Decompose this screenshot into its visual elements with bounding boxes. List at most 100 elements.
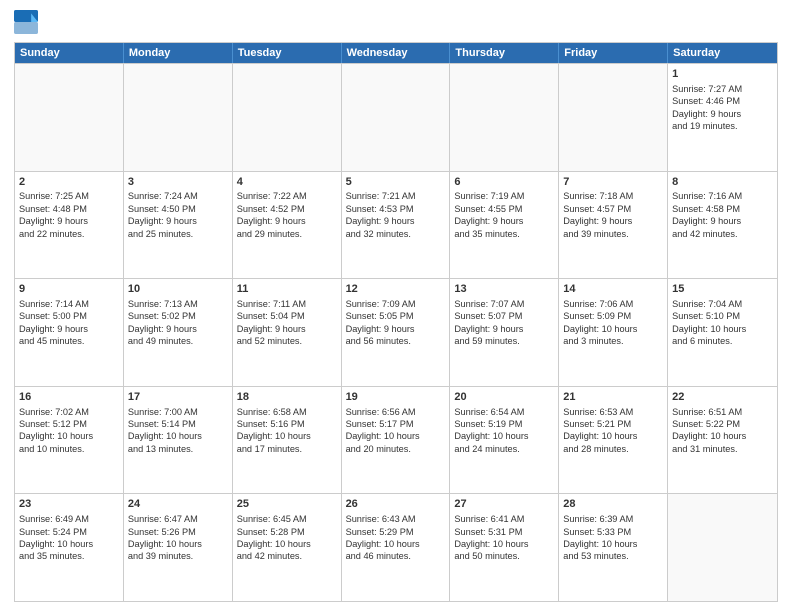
day-number: 22 (672, 390, 773, 405)
calendar-cell: 25Sunrise: 6:45 AM Sunset: 5:28 PM Dayli… (233, 494, 342, 601)
calendar-cell (668, 494, 777, 601)
calendar-cell: 3Sunrise: 7:24 AM Sunset: 4:50 PM Daylig… (124, 172, 233, 279)
calendar: SundayMondayTuesdayWednesdayThursdayFrid… (14, 42, 778, 602)
calendar-cell: 5Sunrise: 7:21 AM Sunset: 4:53 PM Daylig… (342, 172, 451, 279)
logo (14, 10, 42, 34)
calendar-header-day: Monday (124, 43, 233, 63)
calendar-header-day: Sunday (15, 43, 124, 63)
day-number: 7 (563, 175, 663, 190)
calendar-header: SundayMondayTuesdayWednesdayThursdayFrid… (15, 43, 777, 63)
day-info: Sunrise: 6:41 AM Sunset: 5:31 PM Dayligh… (454, 513, 554, 563)
day-number: 11 (237, 282, 337, 297)
day-info: Sunrise: 6:43 AM Sunset: 5:29 PM Dayligh… (346, 513, 446, 563)
calendar-cell (15, 64, 124, 171)
day-info: Sunrise: 7:13 AM Sunset: 5:02 PM Dayligh… (128, 298, 228, 348)
calendar-cell: 19Sunrise: 6:56 AM Sunset: 5:17 PM Dayli… (342, 387, 451, 494)
day-info: Sunrise: 6:56 AM Sunset: 5:17 PM Dayligh… (346, 406, 446, 456)
calendar-cell: 12Sunrise: 7:09 AM Sunset: 5:05 PM Dayli… (342, 279, 451, 386)
day-number: 2 (19, 175, 119, 190)
calendar-cell: 6Sunrise: 7:19 AM Sunset: 4:55 PM Daylig… (450, 172, 559, 279)
calendar-cell: 13Sunrise: 7:07 AM Sunset: 5:07 PM Dayli… (450, 279, 559, 386)
day-number: 12 (346, 282, 446, 297)
day-number: 17 (128, 390, 228, 405)
calendar-cell: 8Sunrise: 7:16 AM Sunset: 4:58 PM Daylig… (668, 172, 777, 279)
day-number: 14 (563, 282, 663, 297)
page: SundayMondayTuesdayWednesdayThursdayFrid… (0, 0, 792, 612)
calendar-cell: 24Sunrise: 6:47 AM Sunset: 5:26 PM Dayli… (124, 494, 233, 601)
header (14, 10, 778, 34)
day-number: 6 (454, 175, 554, 190)
day-info: Sunrise: 6:54 AM Sunset: 5:19 PM Dayligh… (454, 406, 554, 456)
day-number: 27 (454, 497, 554, 512)
calendar-cell (124, 64, 233, 171)
day-number: 15 (672, 282, 773, 297)
day-info: Sunrise: 6:49 AM Sunset: 5:24 PM Dayligh… (19, 513, 119, 563)
day-info: Sunrise: 7:27 AM Sunset: 4:46 PM Dayligh… (672, 83, 773, 133)
calendar-header-day: Saturday (668, 43, 777, 63)
day-number: 9 (19, 282, 119, 297)
calendar-cell: 7Sunrise: 7:18 AM Sunset: 4:57 PM Daylig… (559, 172, 668, 279)
day-info: Sunrise: 7:19 AM Sunset: 4:55 PM Dayligh… (454, 190, 554, 240)
day-info: Sunrise: 7:14 AM Sunset: 5:00 PM Dayligh… (19, 298, 119, 348)
day-number: 8 (672, 175, 773, 190)
calendar-cell (342, 64, 451, 171)
day-number: 24 (128, 497, 228, 512)
calendar-cell: 9Sunrise: 7:14 AM Sunset: 5:00 PM Daylig… (15, 279, 124, 386)
calendar-header-day: Friday (559, 43, 668, 63)
calendar-cell: 4Sunrise: 7:22 AM Sunset: 4:52 PM Daylig… (233, 172, 342, 279)
calendar-row: 2Sunrise: 7:25 AM Sunset: 4:48 PM Daylig… (15, 171, 777, 279)
calendar-cell: 21Sunrise: 6:53 AM Sunset: 5:21 PM Dayli… (559, 387, 668, 494)
day-info: Sunrise: 7:18 AM Sunset: 4:57 PM Dayligh… (563, 190, 663, 240)
day-info: Sunrise: 7:21 AM Sunset: 4:53 PM Dayligh… (346, 190, 446, 240)
calendar-cell: 14Sunrise: 7:06 AM Sunset: 5:09 PM Dayli… (559, 279, 668, 386)
day-number: 28 (563, 497, 663, 512)
day-info: Sunrise: 7:16 AM Sunset: 4:58 PM Dayligh… (672, 190, 773, 240)
calendar-cell: 26Sunrise: 6:43 AM Sunset: 5:29 PM Dayli… (342, 494, 451, 601)
calendar-cell: 15Sunrise: 7:04 AM Sunset: 5:10 PM Dayli… (668, 279, 777, 386)
day-number: 1 (672, 67, 773, 82)
day-number: 19 (346, 390, 446, 405)
calendar-cell (233, 64, 342, 171)
day-number: 21 (563, 390, 663, 405)
day-number: 25 (237, 497, 337, 512)
day-info: Sunrise: 7:25 AM Sunset: 4:48 PM Dayligh… (19, 190, 119, 240)
day-info: Sunrise: 6:58 AM Sunset: 5:16 PM Dayligh… (237, 406, 337, 456)
day-info: Sunrise: 6:51 AM Sunset: 5:22 PM Dayligh… (672, 406, 773, 456)
calendar-cell: 28Sunrise: 6:39 AM Sunset: 5:33 PM Dayli… (559, 494, 668, 601)
day-number: 5 (346, 175, 446, 190)
calendar-body: 1Sunrise: 7:27 AM Sunset: 4:46 PM Daylig… (15, 63, 777, 601)
calendar-cell: 11Sunrise: 7:11 AM Sunset: 5:04 PM Dayli… (233, 279, 342, 386)
calendar-cell: 18Sunrise: 6:58 AM Sunset: 5:16 PM Dayli… (233, 387, 342, 494)
day-info: Sunrise: 7:11 AM Sunset: 5:04 PM Dayligh… (237, 298, 337, 348)
day-info: Sunrise: 7:24 AM Sunset: 4:50 PM Dayligh… (128, 190, 228, 240)
day-info: Sunrise: 6:45 AM Sunset: 5:28 PM Dayligh… (237, 513, 337, 563)
calendar-cell: 1Sunrise: 7:27 AM Sunset: 4:46 PM Daylig… (668, 64, 777, 171)
calendar-header-day: Thursday (450, 43, 559, 63)
day-number: 26 (346, 497, 446, 512)
day-info: Sunrise: 6:39 AM Sunset: 5:33 PM Dayligh… (563, 513, 663, 563)
day-number: 13 (454, 282, 554, 297)
day-info: Sunrise: 7:07 AM Sunset: 5:07 PM Dayligh… (454, 298, 554, 348)
day-number: 3 (128, 175, 228, 190)
day-info: Sunrise: 7:00 AM Sunset: 5:14 PM Dayligh… (128, 406, 228, 456)
calendar-row: 1Sunrise: 7:27 AM Sunset: 4:46 PM Daylig… (15, 63, 777, 171)
day-info: Sunrise: 6:47 AM Sunset: 5:26 PM Dayligh… (128, 513, 228, 563)
calendar-cell: 10Sunrise: 7:13 AM Sunset: 5:02 PM Dayli… (124, 279, 233, 386)
day-number: 10 (128, 282, 228, 297)
day-number: 18 (237, 390, 337, 405)
day-number: 23 (19, 497, 119, 512)
calendar-cell: 20Sunrise: 6:54 AM Sunset: 5:19 PM Dayli… (450, 387, 559, 494)
day-info: Sunrise: 7:02 AM Sunset: 5:12 PM Dayligh… (19, 406, 119, 456)
calendar-cell: 27Sunrise: 6:41 AM Sunset: 5:31 PM Dayli… (450, 494, 559, 601)
calendar-row: 23Sunrise: 6:49 AM Sunset: 5:24 PM Dayli… (15, 493, 777, 601)
day-info: Sunrise: 6:53 AM Sunset: 5:21 PM Dayligh… (563, 406, 663, 456)
calendar-cell: 17Sunrise: 7:00 AM Sunset: 5:14 PM Dayli… (124, 387, 233, 494)
day-number: 4 (237, 175, 337, 190)
day-info: Sunrise: 7:06 AM Sunset: 5:09 PM Dayligh… (563, 298, 663, 348)
calendar-cell: 2Sunrise: 7:25 AM Sunset: 4:48 PM Daylig… (15, 172, 124, 279)
calendar-cell: 22Sunrise: 6:51 AM Sunset: 5:22 PM Dayli… (668, 387, 777, 494)
calendar-cell: 16Sunrise: 7:02 AM Sunset: 5:12 PM Dayli… (15, 387, 124, 494)
logo-icon (14, 10, 38, 34)
day-info: Sunrise: 7:09 AM Sunset: 5:05 PM Dayligh… (346, 298, 446, 348)
calendar-cell (450, 64, 559, 171)
